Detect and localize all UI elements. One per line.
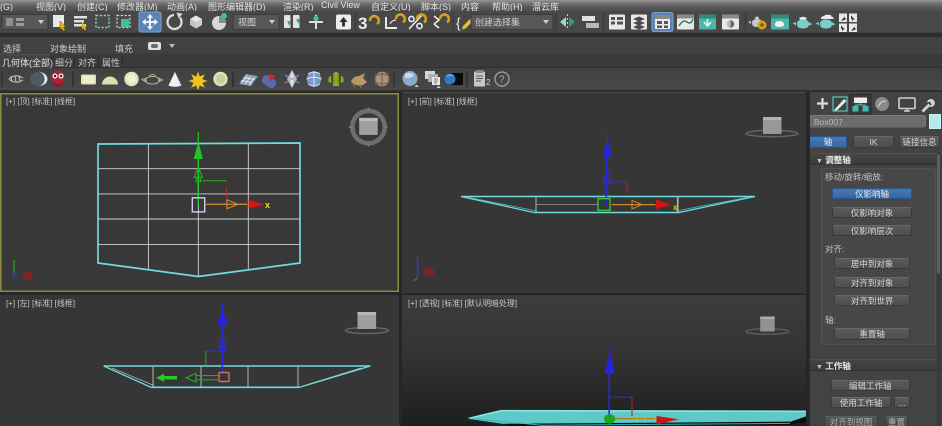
svg-text:2: 2 bbox=[486, 78, 491, 87]
svg-text:?: ? bbox=[499, 75, 505, 86]
svg-text:创建选择集: 创建选择集 bbox=[475, 17, 520, 28]
svg-text:{: { bbox=[456, 15, 461, 31]
svg-text:3: 3 bbox=[358, 14, 367, 33]
svg-text:视图: 视图 bbox=[238, 17, 256, 28]
svg-text:x: x bbox=[265, 200, 270, 210]
svg-text:x: x bbox=[673, 203, 678, 212]
